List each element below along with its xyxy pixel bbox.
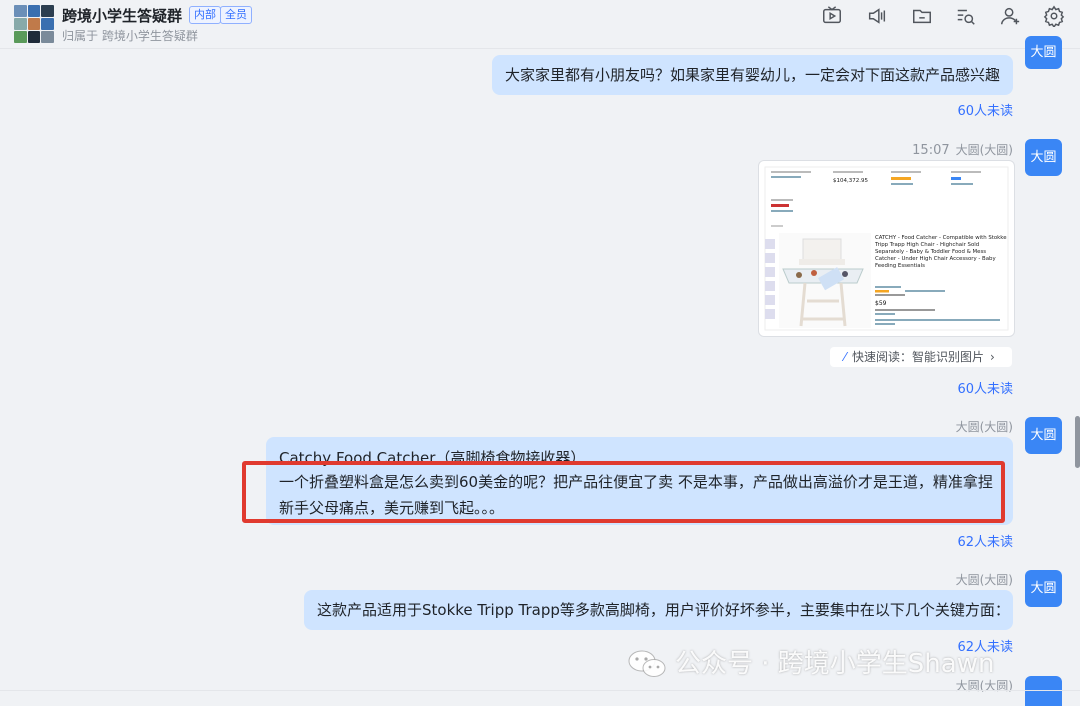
product-screenshot-image[interactable]: $104,372.95 CATCHY - Food Catcher - Comp… xyxy=(758,160,1015,337)
sender-name: 大圆(大圆) xyxy=(955,573,1013,587)
wechat-logo-icon xyxy=(628,650,666,677)
watermark: 公众号 · 跨境小学生Shawn xyxy=(627,644,1067,684)
chat-header: 跨境小学生答疑群 内部 全员 归属于 跨境小学生答疑群 xyxy=(0,0,1080,49)
folder-icon[interactable] xyxy=(911,5,937,29)
badge-internal: 内部 xyxy=(189,6,221,24)
quick-read-button[interactable]: ⁄ 快速阅读：智能识别图片 › xyxy=(830,347,1012,367)
message-time: 15:07 xyxy=(912,143,950,158)
unread-count[interactable]: 60人未读 xyxy=(957,100,1013,119)
settings-gear-icon[interactable] xyxy=(1043,5,1069,29)
announcement-icon[interactable] xyxy=(866,5,892,29)
sender-avatar[interactable]: 大圆 xyxy=(1025,570,1062,607)
sender-avatar[interactable]: 大圆 xyxy=(1025,417,1062,454)
highlight-frame xyxy=(242,461,1005,523)
thumb-price-label: $104,372.95 xyxy=(833,178,868,184)
message-text: 大家家里都有小朋友吗？如果家里有婴幼儿，一定会对下面这款产品感兴趣 xyxy=(505,66,1001,84)
search-messages-icon[interactable] xyxy=(955,5,981,29)
chevron-right-icon: › xyxy=(990,350,995,364)
add-member-icon[interactable] xyxy=(999,5,1025,29)
video-icon[interactable] xyxy=(821,5,847,29)
message-bubble[interactable]: 大家家里都有小朋友吗？如果家里有婴幼儿，一定会对下面这款产品感兴趣 xyxy=(492,55,1013,95)
scrollbar-thumb[interactable] xyxy=(1075,416,1080,468)
sender-name: 大圆(大圆) xyxy=(955,143,1013,157)
magic-wand-icon: ⁄ xyxy=(843,350,846,364)
watermark-text: 公众号 · 跨境小学生Shawn xyxy=(675,649,995,679)
amazon-listing-thumbnail: $104,372.95 CATCHY - Food Catcher - Comp… xyxy=(764,166,1009,331)
unread-count[interactable]: 62人未读 xyxy=(957,531,1013,550)
group-subtitle: 归属于 跨境小学生答疑群 xyxy=(62,29,198,43)
unread-count[interactable]: 60人未读 xyxy=(957,378,1013,397)
badge-all-members: 全员 xyxy=(220,6,252,24)
sender-name: 大圆(大圆) xyxy=(955,420,1013,434)
group-avatar[interactable] xyxy=(14,5,54,43)
message-bubble[interactable]: 这款产品适用于Stokke Tripp Trapp等多款高脚椅，用户评价好坏参半… xyxy=(304,590,1013,630)
thumb-price: $59 xyxy=(875,300,887,307)
divider xyxy=(0,690,1080,691)
sender-avatar[interactable]: 大圆 xyxy=(1025,36,1062,69)
sender-avatar[interactable]: 大圆 xyxy=(1025,139,1062,176)
message-meta: 15:07 大圆(大圆) xyxy=(912,141,1013,158)
quick-read-label: 快速阅读：智能识别图片 xyxy=(852,350,985,364)
group-title: 跨境小学生答疑群 xyxy=(62,7,183,25)
thumb-product-title: CATCHY - Food Catcher - Compatible with … xyxy=(875,235,1007,269)
message-text: 这款产品适用于Stokke Tripp Trapp等多款高脚椅，用户评价好坏参半… xyxy=(317,601,1010,619)
